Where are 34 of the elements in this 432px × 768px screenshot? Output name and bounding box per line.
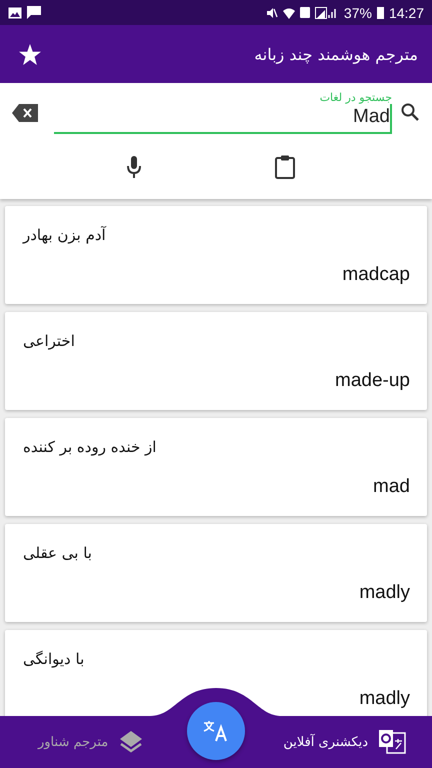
signal-icon [314, 6, 339, 18]
meaning-text: از خنده روده بر کننده [23, 438, 156, 456]
translate-app-icon [378, 729, 406, 755]
field-label: جستجو در لغات [320, 91, 392, 104]
image-icon [8, 6, 22, 18]
translate-icon [203, 720, 229, 742]
nav-label: دیکشنری آفلاین [283, 734, 368, 750]
meaning-text: با دیوانگی [23, 650, 84, 668]
nav-item[interactable]: دیکشنری آفلاین [283, 729, 406, 755]
chat-icon [27, 6, 41, 19]
field-value: Mad [353, 104, 392, 132]
mute-icon [266, 6, 278, 18]
meaning-text: آدم بزن بهادر [23, 226, 106, 244]
word-text: madly [359, 688, 410, 710]
meaning-text: اختراعی [23, 332, 75, 350]
meaning-text: با بی عقلی [23, 544, 92, 562]
wifi-icon [282, 6, 295, 18]
battery-percent: 37% [344, 4, 372, 20]
nav-label: مترجم شناور [38, 734, 108, 750]
battery-icon [376, 6, 384, 18]
layers-icon [118, 729, 144, 755]
word-text: madcap [342, 264, 410, 286]
nav-item[interactable]: مترجم شناور [38, 729, 144, 755]
clock: 14:27 [388, 4, 424, 20]
backspace-icon[interactable] [12, 104, 38, 122]
search-icon[interactable] [400, 102, 420, 122]
word-text: madly [359, 582, 410, 604]
star-icon[interactable] [19, 44, 41, 64]
app-title: مترجم هوشمند چند زبانه [254, 44, 418, 64]
word-text: mad [373, 476, 410, 498]
clipboard-icon[interactable] [275, 154, 295, 178]
sim-icon [300, 7, 310, 18]
microphone-icon[interactable] [127, 156, 141, 178]
word-text: made-up [335, 370, 410, 392]
